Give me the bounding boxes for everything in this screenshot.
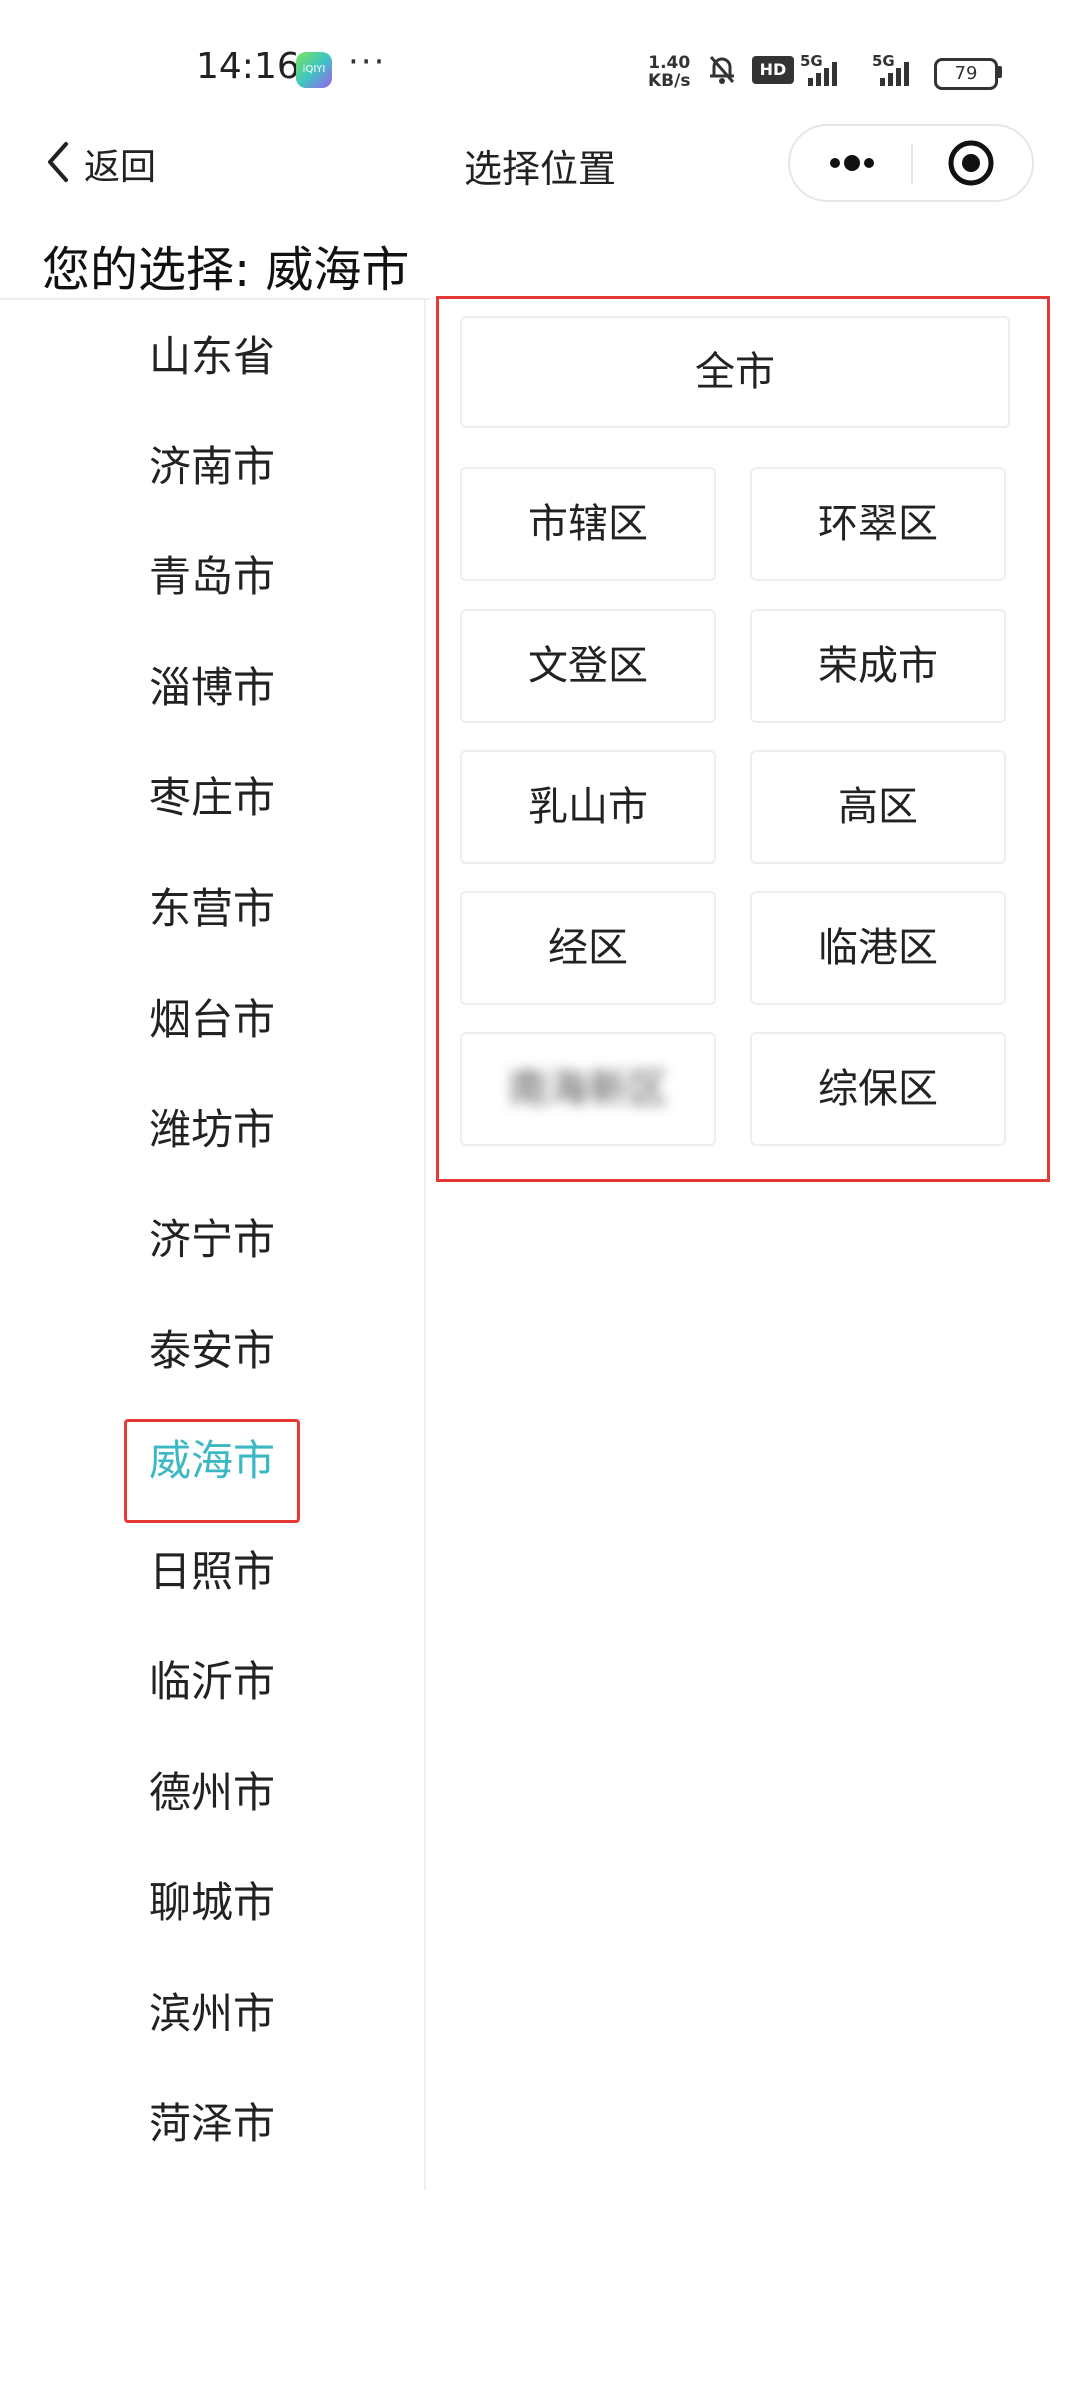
city-item[interactable]: 德州市 bbox=[0, 1738, 424, 1848]
city-item[interactable]: 烟台市 bbox=[0, 965, 424, 1075]
district-label: 市辖区 bbox=[528, 501, 648, 547]
city-item[interactable]: 枣庄市 bbox=[0, 743, 424, 853]
district-button[interactable]: 市辖区 bbox=[460, 467, 716, 581]
district-button-blurred[interactable]: 南海新区 bbox=[460, 1032, 716, 1146]
city-item[interactable]: 青岛市 bbox=[0, 522, 424, 632]
district-panel: 全市 市辖区 环翠区 文登区 荣成市 乳山市 高区 经区 临港区 南海新区 综保… bbox=[436, 296, 1050, 1182]
district-label: 高区 bbox=[838, 784, 918, 830]
district-button[interactable]: 临港区 bbox=[750, 891, 1006, 1005]
city-item[interactable]: 潍坊市 bbox=[0, 1075, 424, 1185]
city-list: 山东省 济南市 青岛市 淄博市 枣庄市 东营市 烟台市 潍坊市 济宁市 泰安市 … bbox=[0, 300, 426, 2190]
district-label: 环翠区 bbox=[818, 501, 938, 547]
district-label: 乳山市 bbox=[528, 784, 648, 830]
city-item[interactable]: 东营市 bbox=[0, 854, 424, 964]
close-mini-program-button[interactable] bbox=[913, 126, 1034, 200]
district-label: 南海新区 bbox=[508, 1066, 668, 1112]
hd-voice-icon: HD bbox=[752, 56, 794, 84]
city-item[interactable]: 聊城市 bbox=[0, 1848, 424, 1958]
mini-program-capsule bbox=[788, 124, 1034, 202]
network-speed-unit: KB/s bbox=[648, 71, 691, 91]
network-speed: 1.40 KB/s bbox=[648, 54, 690, 90]
district-all-button[interactable]: 全市 bbox=[460, 316, 1010, 428]
city-item[interactable]: 山东省 bbox=[0, 302, 424, 412]
city-item[interactable]: 泰安市 bbox=[0, 1296, 424, 1406]
bell-muted-icon bbox=[705, 52, 739, 90]
district-button[interactable]: 综保区 bbox=[750, 1032, 1006, 1146]
district-button[interactable]: 文登区 bbox=[460, 609, 716, 723]
district-button[interactable]: 高区 bbox=[750, 750, 1006, 864]
district-label: 临港区 bbox=[818, 925, 938, 971]
city-item[interactable]: 滨州市 bbox=[0, 1959, 424, 2069]
current-selection: 您的选择: 威海市 bbox=[42, 242, 410, 298]
district-button[interactable]: 荣成市 bbox=[750, 609, 1006, 723]
city-item[interactable]: 济宁市 bbox=[0, 1185, 424, 1295]
city-item-selected[interactable]: 威海市 bbox=[0, 1406, 424, 1516]
district-button[interactable]: 乳山市 bbox=[460, 750, 716, 864]
iqiyi-app-icon: iQIYI bbox=[296, 52, 332, 88]
district-label: 全市 bbox=[695, 349, 775, 395]
district-button[interactable]: 环翠区 bbox=[750, 467, 1006, 581]
city-item[interactable]: 济南市 bbox=[0, 412, 424, 522]
more-dots-icon bbox=[830, 155, 874, 171]
city-item[interactable]: 菏泽市 bbox=[0, 2069, 424, 2179]
city-item[interactable]: 临沂市 bbox=[0, 1627, 424, 1737]
district-button[interactable]: 经区 bbox=[460, 891, 716, 1005]
city-item[interactable]: 淄博市 bbox=[0, 633, 424, 743]
district-label: 综保区 bbox=[818, 1066, 938, 1112]
network-speed-value: 1.40 bbox=[648, 53, 691, 73]
more-notifications-icon: ··· bbox=[348, 42, 387, 82]
district-label: 文登区 bbox=[528, 643, 648, 689]
status-time: 14:16 bbox=[196, 46, 300, 87]
status-bar: 14:16 iQIYI ··· 1.40 KB/s HD 5G 5G 79 bbox=[0, 0, 1080, 130]
district-label: 荣成市 bbox=[818, 643, 938, 689]
nav-bar: 返回 选择位置 bbox=[0, 124, 1080, 202]
more-button[interactable] bbox=[790, 126, 912, 200]
battery-icon: 79 bbox=[934, 58, 998, 90]
district-label: 经区 bbox=[548, 925, 628, 971]
target-circle-icon bbox=[948, 140, 994, 186]
battery-tip bbox=[997, 66, 1002, 78]
city-item[interactable]: 日照市 bbox=[0, 1517, 424, 1627]
